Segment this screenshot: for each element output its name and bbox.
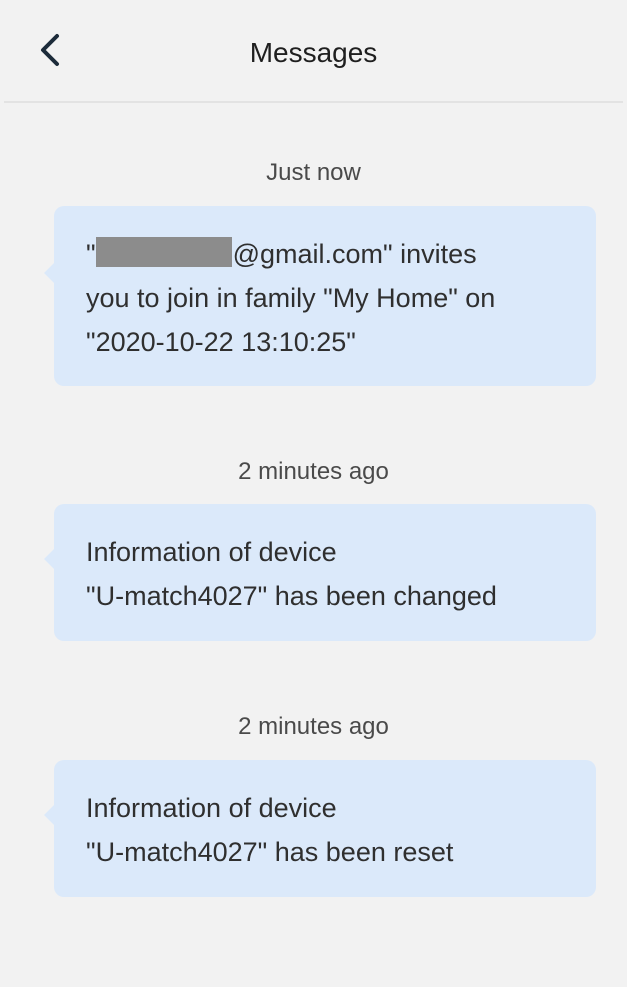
redacted-email-block <box>95 237 232 267</box>
page-title: Messages <box>249 37 378 68</box>
message-text: you to join in family "My Home" on <box>86 283 496 313</box>
messages-screen: Messages Just now " @gmail.com" invites y… <box>4 6 623 987</box>
message-line: " @gmail.com" invites <box>86 232 566 276</box>
message-timestamp: 2 minutes ago <box>238 713 389 740</box>
message-bubble[interactable]: Information of device "U-match4027" has … <box>44 504 596 641</box>
message-text: @gmail.com" invites <box>232 239 477 269</box>
bubble-tail <box>44 549 54 569</box>
message-text: "U-match4027" has been changed <box>86 581 497 611</box>
bubble-tail <box>44 263 54 283</box>
message-timestamp: Just now <box>266 159 361 186</box>
message-bubble[interactable]: Information of device "U-match4027" has … <box>44 760 596 897</box>
message-text: Information of device <box>86 793 337 823</box>
bubble-tail <box>44 805 54 825</box>
message-text: "U-match4027" has been reset <box>86 837 454 867</box>
message-text: " <box>86 239 96 269</box>
message-bubble[interactable]: " @gmail.com" invites you to join in fami… <box>44 206 596 386</box>
header: Messages <box>4 6 623 103</box>
message-text: Information of device <box>86 537 337 567</box>
message-text: "2020-10-22 13:10:25" <box>86 327 356 357</box>
message-timestamp: 2 minutes ago <box>238 458 389 485</box>
